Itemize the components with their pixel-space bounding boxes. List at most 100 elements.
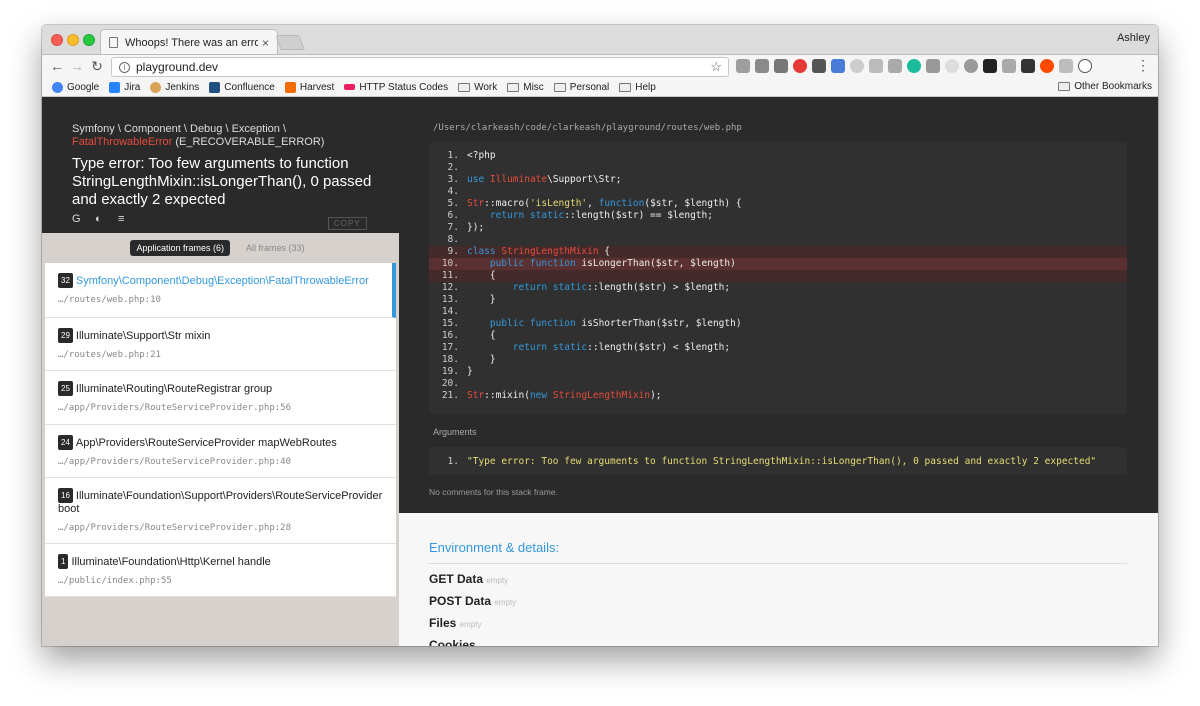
extension-vue-icon[interactable]	[926, 59, 940, 73]
code-line: 12. return static::length($str) > $lengt…	[429, 282, 1127, 294]
extension-info-icon[interactable]	[1078, 59, 1092, 73]
frame-index: 1	[58, 554, 69, 569]
url-text[interactable]: playground.dev	[136, 60, 218, 74]
stackoverflow-search-icon[interactable]: ≡	[118, 214, 129, 225]
browser-toolbar: ← → ↻ i playground.dev ☆ ⋮	[42, 54, 1158, 78]
reload-button[interactable]: ↻	[88, 58, 106, 75]
extension-zapier-icon[interactable]	[1040, 59, 1054, 73]
bookmark-star-icon[interactable]: ☆	[710, 59, 722, 75]
extension-grid-icon[interactable]	[869, 59, 883, 73]
harvest-icon	[284, 81, 296, 93]
extension-dark-circle-icon[interactable]	[964, 59, 978, 73]
extension-teal-icon[interactable]	[907, 59, 921, 73]
extension-jb-icon[interactable]	[983, 59, 997, 73]
search-links: G ◐ ≡	[72, 214, 129, 225]
duckduckgo-search-icon[interactable]: ◐	[95, 214, 106, 225]
file-path[interactable]: /Users/clarkeash/code/clarkeash/playgrou…	[433, 123, 742, 133]
extension-pin-icon[interactable]	[888, 59, 902, 73]
exception-class-name: FatalThrowableError	[72, 136, 173, 148]
back-button[interactable]: ←	[48, 58, 66, 74]
exception-code: (E_RECOVERABLE_ERROR)	[172, 136, 325, 148]
code-text: use Illuminate\Support\Str;	[467, 174, 622, 185]
all-frames-button[interactable]: All frames (33)	[240, 240, 311, 256]
stack-frame[interactable]: 24 App\Providers\RouteServiceProvider map…	[45, 425, 396, 478]
copy-button[interactable]: COPY	[328, 217, 367, 230]
bookmark-http-status-codes[interactable]: HTTP Status Codes	[344, 82, 448, 93]
line-number: 8.	[447, 234, 459, 245]
forward-button[interactable]: →	[68, 58, 86, 74]
frame-filter: Application frames (6) All frames (33)	[42, 233, 399, 263]
code-line: 11. {	[429, 270, 1127, 282]
bookmark-jira[interactable]: Jira	[109, 81, 140, 93]
other-bookmarks[interactable]: Other Bookmarks	[1058, 81, 1152, 92]
line-number: 15.	[441, 318, 459, 329]
stack-frame[interactable]: 32 Symfony\Component\Debug\Exception\Fata…	[45, 263, 396, 318]
extension-adblock-icon[interactable]	[793, 59, 807, 73]
extension-square-icon[interactable]	[1059, 59, 1073, 73]
code-text: public function isLongerThan($str, $leng…	[489, 258, 736, 269]
page-icon	[109, 37, 118, 48]
environment-title: Environment & details:	[429, 540, 1127, 564]
profile-name[interactable]: Ashley	[1117, 32, 1150, 44]
code-text: Str::mixin(new StringLengthMixin);	[467, 390, 662, 401]
bookmark-folder-personal[interactable]: Personal	[553, 82, 609, 93]
extension-pocket-icon[interactable]	[812, 59, 826, 73]
line-number: 13.	[441, 294, 459, 305]
extension-sun-icon[interactable]	[945, 59, 959, 73]
argument-number: 1.	[447, 455, 459, 467]
code-snippet: 1. <?php 2. 3. use Illuminate\Support\Str; 4.…	[429, 142, 1127, 414]
maximize-window-button[interactable]	[83, 34, 95, 46]
line-number: 14.	[441, 306, 459, 317]
code-line: 18. }	[429, 354, 1127, 366]
stack-frame[interactable]: 25 Illuminate\Routing\RouteRegistrar grou…	[45, 371, 396, 425]
new-tab-button[interactable]	[275, 35, 305, 50]
line-number: 16.	[441, 330, 459, 341]
folder-icon	[619, 82, 632, 92]
extension-shield-icon[interactable]	[1021, 59, 1035, 73]
arguments-label: Arguments	[433, 427, 477, 437]
stack-frame[interactable]: 16 Illuminate\Foundation\Support\Provider…	[45, 478, 396, 544]
browser-tab[interactable]: Whoops! There was an error. ×	[100, 29, 278, 55]
bookmark-folder-help[interactable]: Help	[619, 82, 656, 93]
extension-timer-icon[interactable]	[774, 59, 788, 73]
confluence-icon	[209, 81, 221, 93]
stack-frame[interactable]: 29 Illuminate\Support\Str mixin …/routes/…	[45, 318, 396, 371]
stack-frame[interactable]: 1 Illuminate\Foundation\Http\Kernel handl…	[45, 544, 396, 597]
minimize-window-button[interactable]	[67, 34, 79, 46]
code-text: }	[467, 366, 473, 377]
extension-angular-icon[interactable]	[755, 59, 769, 73]
folder-icon	[458, 82, 471, 92]
extension-k-icon[interactable]	[1002, 59, 1016, 73]
bookmark-jenkins[interactable]: Jenkins	[150, 81, 199, 93]
frame-class: Illuminate\Support\Str mixin	[75, 330, 211, 342]
bookmark-folder-misc[interactable]: Misc	[507, 82, 544, 93]
line-number: 7.	[447, 222, 459, 233]
frame-file: …/app/Providers/RouteServiceProvider.php…	[58, 457, 291, 467]
line-number: 17.	[441, 342, 459, 353]
jira-icon	[109, 81, 121, 93]
line-number: 10.	[441, 258, 459, 269]
code-text: public function isShorterThan($str, $len…	[489, 318, 742, 329]
extension-translate-icon[interactable]	[831, 59, 845, 73]
extension-circle-icon[interactable]	[850, 59, 864, 73]
address-bar[interactable]: i playground.dev ☆	[111, 57, 729, 77]
info-icon[interactable]: i	[119, 61, 130, 73]
bookmark-google[interactable]: Google	[52, 81, 99, 93]
code-text: return static::length($str) == $length;	[489, 210, 713, 221]
bookmark-folder-work[interactable]: Work	[458, 82, 497, 93]
application-frames-button[interactable]: Application frames (6)	[130, 240, 231, 256]
code-line: 20.	[429, 378, 1127, 390]
browser-menu-icon[interactable]: ⋮	[1136, 57, 1150, 74]
frame-class: Illuminate\Foundation\Support\Providers\…	[58, 490, 383, 515]
frame-file: …/app/Providers/RouteServiceProvider.php…	[58, 403, 291, 413]
close-window-button[interactable]	[51, 34, 63, 46]
code-text: {	[467, 330, 496, 341]
bookmark-confluence[interactable]: Confluence	[209, 81, 275, 93]
google-search-icon[interactable]: G	[72, 214, 83, 225]
tab-close-icon[interactable]: ×	[262, 36, 269, 50]
code-line: 7.});	[429, 222, 1127, 234]
extension-recycle-icon[interactable]	[736, 59, 750, 73]
line-number: 20.	[441, 378, 459, 389]
bookmark-harvest[interactable]: Harvest	[284, 81, 334, 93]
code-text: });	[467, 222, 485, 233]
